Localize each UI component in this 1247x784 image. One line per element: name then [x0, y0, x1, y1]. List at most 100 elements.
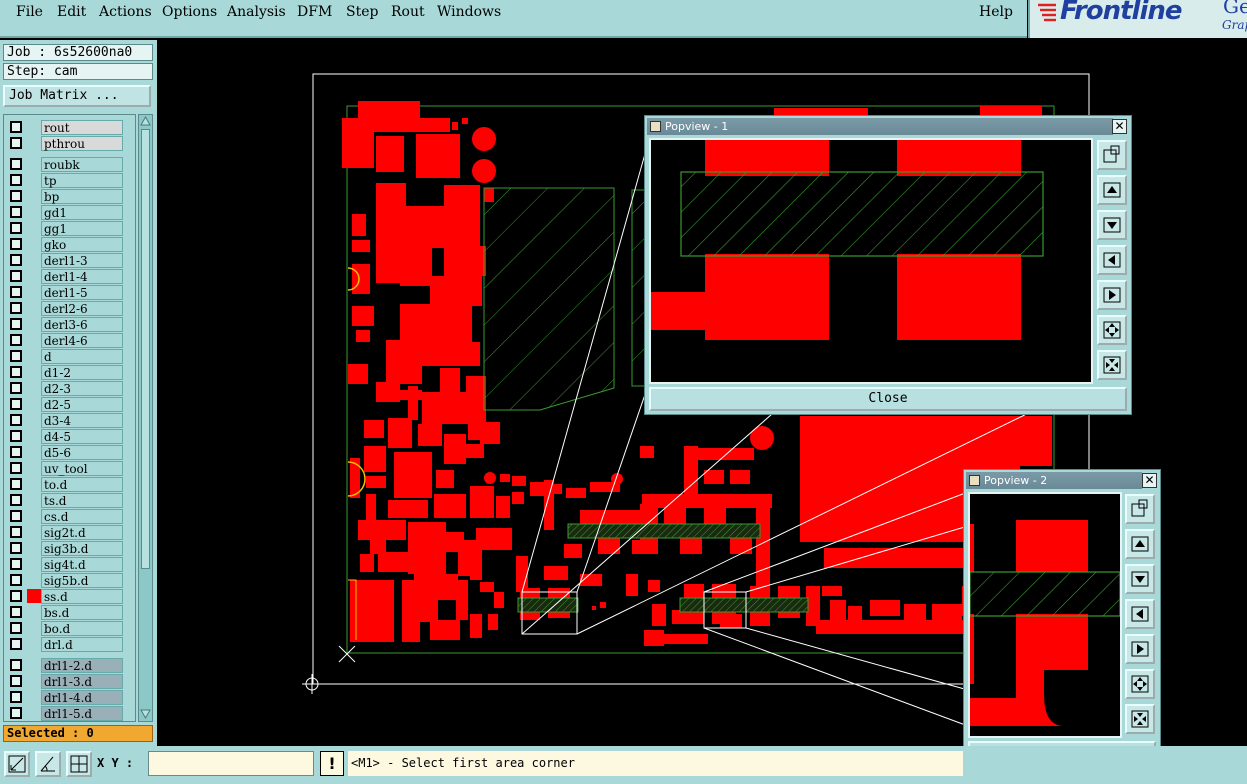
pan-down-button[interactable]: [1125, 564, 1155, 594]
layer-row[interactable]: bo.d: [4, 620, 135, 636]
layer-color-swatch[interactable]: [27, 445, 41, 459]
layer-row[interactable]: drl1-5.d: [4, 705, 135, 721]
layer-checkbox[interactable]: [10, 478, 22, 490]
layer-row[interactable]: sig4t.d: [4, 556, 135, 572]
layer-name[interactable]: uv_tool: [41, 461, 123, 476]
layer-name[interactable]: drl.d: [41, 637, 123, 652]
layer-checkbox[interactable]: [10, 446, 22, 458]
layer-row[interactable]: derl4-6: [4, 332, 135, 348]
popview-1-view[interactable]: [649, 138, 1093, 384]
zoom-out-button[interactable]: [1125, 704, 1155, 734]
layer-color-swatch[interactable]: [27, 397, 41, 411]
scrollbar-thumb[interactable]: [141, 129, 150, 569]
layer-checkbox[interactable]: [10, 190, 22, 202]
layer-row[interactable]: sig2t.d: [4, 524, 135, 540]
menu-step[interactable]: Step: [346, 4, 378, 20]
layer-row[interactable]: tp: [4, 172, 135, 188]
layer-name[interactable]: d4-5: [41, 429, 123, 444]
layer-name[interactable]: drl1-4.d: [41, 690, 123, 705]
layer-row[interactable]: derl1-3: [4, 252, 135, 268]
layer-row[interactable]: d2-3: [4, 380, 135, 396]
warning-indicator[interactable]: !: [320, 751, 344, 776]
layer-color-swatch[interactable]: [27, 541, 41, 555]
layer-color-swatch[interactable]: [27, 509, 41, 523]
layer-color-swatch[interactable]: [27, 477, 41, 491]
layer-color-swatch[interactable]: [27, 525, 41, 539]
measure-tool-button[interactable]: [4, 751, 30, 777]
layer-color-swatch[interactable]: [27, 621, 41, 635]
layer-color-swatch[interactable]: [27, 285, 41, 299]
layer-row[interactable]: gko: [4, 236, 135, 252]
layer-checkbox[interactable]: [10, 675, 22, 687]
zoom-out-button[interactable]: [1097, 350, 1127, 380]
menu-options[interactable]: Options: [162, 4, 217, 20]
layer-checkbox[interactable]: [10, 318, 22, 330]
layer-checkbox[interactable]: [10, 254, 22, 266]
layer-color-swatch[interactable]: [27, 674, 41, 688]
zoom-in-button[interactable]: [1097, 315, 1127, 345]
layer-checkbox[interactable]: [10, 659, 22, 671]
pan-up-button[interactable]: [1097, 175, 1127, 205]
grid-snap-button[interactable]: [66, 751, 92, 777]
layer-row[interactable]: derl2-6: [4, 300, 135, 316]
layer-name[interactable]: d5-6: [41, 445, 123, 460]
layer-name[interactable]: roubk: [41, 157, 123, 172]
menu-rout[interactable]: Rout: [391, 4, 425, 20]
layer-name[interactable]: drl1-3.d: [41, 674, 123, 689]
layer-checkbox[interactable]: [10, 286, 22, 298]
pan-up-button[interactable]: [1125, 529, 1155, 559]
layer-name[interactable]: derl2-6: [41, 301, 123, 316]
layer-checkbox[interactable]: [10, 302, 22, 314]
layer-checkbox[interactable]: [10, 542, 22, 554]
layer-name[interactable]: d2-3: [41, 381, 123, 396]
layer-checkbox[interactable]: [10, 334, 22, 346]
layer-color-swatch[interactable]: [27, 637, 41, 651]
layer-row[interactable]: d5-6: [4, 444, 135, 460]
layer-color-swatch[interactable]: [27, 658, 41, 672]
layer-name[interactable]: ts.d: [41, 493, 123, 508]
scroll-up-icon[interactable]: [140, 116, 151, 126]
layer-name[interactable]: pthrou: [41, 136, 123, 151]
menu-file[interactable]: File: [16, 4, 43, 20]
pan-right-button[interactable]: [1097, 280, 1127, 310]
layer-color-swatch[interactable]: [27, 605, 41, 619]
layer-name[interactable]: cs.d: [41, 509, 123, 524]
pan-right-button[interactable]: [1125, 634, 1155, 664]
window-menu-icon[interactable]: [969, 475, 980, 486]
layer-name[interactable]: d1-2: [41, 365, 123, 380]
pan-left-button[interactable]: [1097, 245, 1127, 275]
layer-name[interactable]: derl1-3: [41, 253, 123, 268]
layer-name[interactable]: gg1: [41, 221, 123, 236]
popview-1-close-icon[interactable]: ✕: [1112, 119, 1127, 134]
layer-name[interactable]: ss.d: [41, 589, 123, 604]
layer-checkbox[interactable]: [10, 590, 22, 602]
layer-name[interactable]: drl1-2.d: [41, 658, 123, 673]
layer-row[interactable]: bs.d: [4, 604, 135, 620]
layer-name[interactable]: d: [41, 349, 123, 364]
layer-row[interactable]: d3-4: [4, 412, 135, 428]
layer-color-swatch[interactable]: [27, 365, 41, 379]
layer-name[interactable]: to.d: [41, 477, 123, 492]
popview-1-titlebar[interactable]: Popview - 1: [647, 118, 1113, 135]
layer-name[interactable]: d3-4: [41, 413, 123, 428]
layer-checkbox[interactable]: [10, 366, 22, 378]
layer-row[interactable]: d4-5: [4, 428, 135, 444]
layer-name[interactable]: sig3b.d: [41, 541, 123, 556]
layer-row[interactable]: drl1-3.d: [4, 673, 135, 689]
layer-checkbox[interactable]: [10, 494, 22, 506]
layer-row[interactable]: uv_tool: [4, 460, 135, 476]
layer-color-swatch[interactable]: [27, 573, 41, 587]
layer-checkbox[interactable]: [10, 382, 22, 394]
popview-1-close-button[interactable]: Close: [649, 387, 1127, 411]
layer-checkbox[interactable]: [10, 206, 22, 218]
layer-row[interactable]: d1-2: [4, 364, 135, 380]
zoom-in-button[interactable]: [1125, 669, 1155, 699]
layer-checkbox[interactable]: [10, 430, 22, 442]
popview-2-close-icon[interactable]: ✕: [1142, 473, 1157, 488]
layer-row[interactable]: drl1-4.d: [4, 689, 135, 705]
layer-checkbox[interactable]: [10, 691, 22, 703]
layer-name[interactable]: derl4-6: [41, 333, 123, 348]
layer-row[interactable]: ss.d: [4, 588, 135, 604]
layer-checkbox[interactable]: [10, 558, 22, 570]
layer-color-swatch[interactable]: [27, 253, 41, 267]
